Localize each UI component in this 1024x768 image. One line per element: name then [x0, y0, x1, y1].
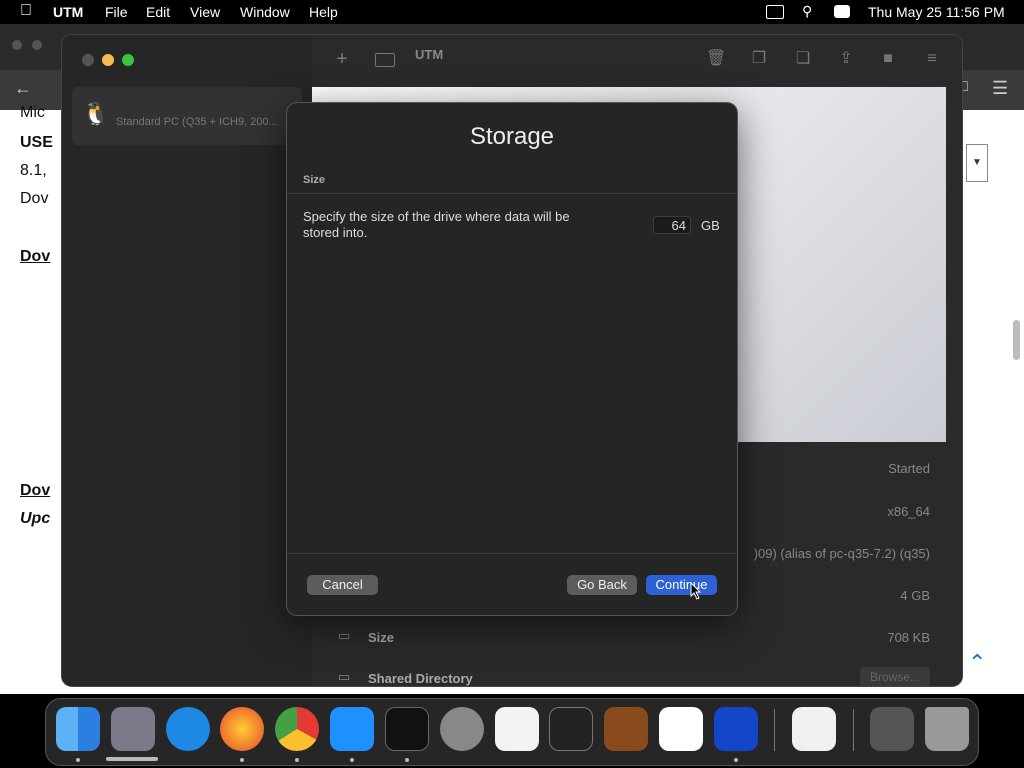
size-row: ▭ Size 708 KB	[312, 618, 946, 658]
dock	[45, 698, 979, 766]
menu-window[interactable]: Window	[240, 4, 290, 20]
window-title: UTM	[415, 47, 444, 62]
stop-icon[interactable]: ■	[878, 49, 898, 69]
menubar-clock[interactable]: Thu May 25 11:56 PM	[868, 4, 1005, 20]
page-scrollbar[interactable]	[1013, 320, 1020, 360]
go-back-button[interactable]: Go Back	[567, 575, 637, 595]
size-unit-label: GB	[701, 218, 720, 233]
dock-divider	[853, 709, 854, 751]
cancel-button[interactable]: Cancel	[307, 575, 378, 595]
utm-icon[interactable]	[714, 707, 758, 751]
page-text: Upc	[20, 510, 51, 527]
firefox-icon[interactable]	[220, 707, 264, 751]
garageband-icon[interactable]	[604, 707, 648, 751]
running-indicator	[295, 758, 299, 762]
running-indicator	[350, 758, 354, 762]
menu-help[interactable]: Help	[309, 4, 338, 20]
drive-size-input[interactable]: 64	[653, 216, 691, 234]
scroll-to-top-icon[interactable]: ⌃	[968, 650, 986, 676]
drive-icon: ▭	[338, 628, 351, 643]
running-indicator	[76, 758, 80, 762]
clone-icon[interactable]: ❐	[749, 49, 769, 69]
trash-icon[interactable]	[925, 707, 969, 751]
size-label: Size	[368, 630, 395, 645]
menu-bar:  UTM File Edit View Window Help ⚲ Thu M…	[0, 0, 1024, 24]
architecture-value: x86_64	[887, 504, 930, 519]
running-indicator	[240, 758, 244, 762]
page-link[interactable]: Dov	[20, 482, 50, 500]
page-text: 8.1,	[20, 162, 47, 179]
storage-sheet: Storage Size Specify the size of the dri…	[287, 103, 737, 615]
app-store-icon[interactable]	[330, 707, 374, 751]
machine-value: )09) (alias of pc-q35-7.2) (q35)	[753, 546, 930, 561]
apple-icon[interactable]: 	[20, 2, 32, 20]
size-value: 708 KB	[887, 630, 930, 645]
mouse-cursor-icon	[690, 582, 702, 600]
window-close-button[interactable]	[82, 54, 94, 66]
dock-scroll-indicator	[106, 757, 158, 761]
browse-button[interactable]: Browse...	[860, 667, 930, 686]
chrome-icon[interactable]	[275, 707, 319, 751]
safari-icon[interactable]	[166, 707, 210, 751]
browser-menu-icon[interactable]: ☰	[992, 78, 1008, 99]
divider	[287, 193, 737, 194]
visual-studio-icon[interactable]	[792, 707, 836, 751]
back-arrow-icon[interactable]: ←	[14, 78, 32, 99]
status-value: Started	[888, 461, 930, 476]
settings-sliders-icon[interactable]: ≡	[922, 49, 942, 69]
vscode-icon[interactable]	[659, 707, 703, 751]
page-text: Dov	[20, 190, 49, 207]
window-zoom-button[interactable]	[122, 54, 134, 66]
utm-toolbar: + UTM 🗑 ❐ ❏ ⇪ ■ ≡	[312, 35, 962, 87]
divider	[287, 553, 737, 554]
browser-close-light[interactable]	[12, 40, 22, 50]
page-text: USE	[20, 134, 53, 151]
menu-edit[interactable]: Edit	[146, 4, 170, 20]
browser-minimize-light[interactable]	[32, 40, 42, 50]
finder-icon[interactable]	[56, 707, 100, 751]
running-indicator	[734, 758, 738, 762]
sheet-title: Storage	[469, 123, 555, 150]
menu-file[interactable]: File	[105, 4, 128, 20]
size-description: Specify the size of the drive where data…	[303, 209, 570, 240]
page-select-dropdown[interactable]: ▼	[966, 144, 988, 182]
shared-directory-row: ▭ Shared Directory Browse...	[312, 659, 946, 686]
copy-icon[interactable]: ❏	[793, 49, 813, 69]
folder-icon: ▭	[338, 669, 351, 684]
delete-icon[interactable]: 🗑	[706, 49, 726, 69]
menu-view[interactable]: View	[190, 4, 220, 20]
textedit-icon[interactable]	[495, 707, 539, 751]
vm-name: Standard PC (Q35 + ICH9, 200...	[116, 116, 278, 128]
vm-list-item[interactable]: 🐧 Standard PC (Q35 + ICH9, 200...	[72, 87, 302, 145]
section-header: Size	[303, 174, 326, 186]
add-vm-icon[interactable]: +	[332, 49, 352, 69]
menu-app-name[interactable]: UTM	[53, 4, 83, 20]
dock-divider	[774, 709, 775, 751]
terminal-icon[interactable]	[385, 707, 429, 751]
window-minimize-button[interactable]	[102, 54, 114, 66]
sidebar-toggle-icon[interactable]	[375, 53, 395, 67]
page-text: Mic	[20, 104, 45, 121]
control-center-icon[interactable]	[834, 5, 850, 18]
launchpad-icon[interactable]	[111, 707, 155, 751]
iterm-icon[interactable]	[549, 707, 593, 751]
utm-sidebar: 🐧 Standard PC (Q35 + ICH9, 200...	[62, 35, 312, 686]
memory-value: 4 GB	[900, 588, 930, 603]
shared-directory-label: Shared Directory	[368, 671, 473, 686]
downloads-stack-icon[interactable]	[870, 707, 914, 751]
share-icon[interactable]: ⇪	[836, 49, 856, 69]
continue-button[interactable]: Continue	[646, 575, 717, 595]
page-link[interactable]: Dov	[20, 248, 50, 266]
system-settings-icon[interactable]	[440, 707, 484, 751]
screen-mirroring-icon[interactable]	[766, 5, 784, 19]
spotlight-search-icon[interactable]: ⚲	[802, 3, 812, 20]
linux-penguin-icon: 🐧	[82, 101, 110, 126]
running-indicator	[405, 758, 409, 762]
